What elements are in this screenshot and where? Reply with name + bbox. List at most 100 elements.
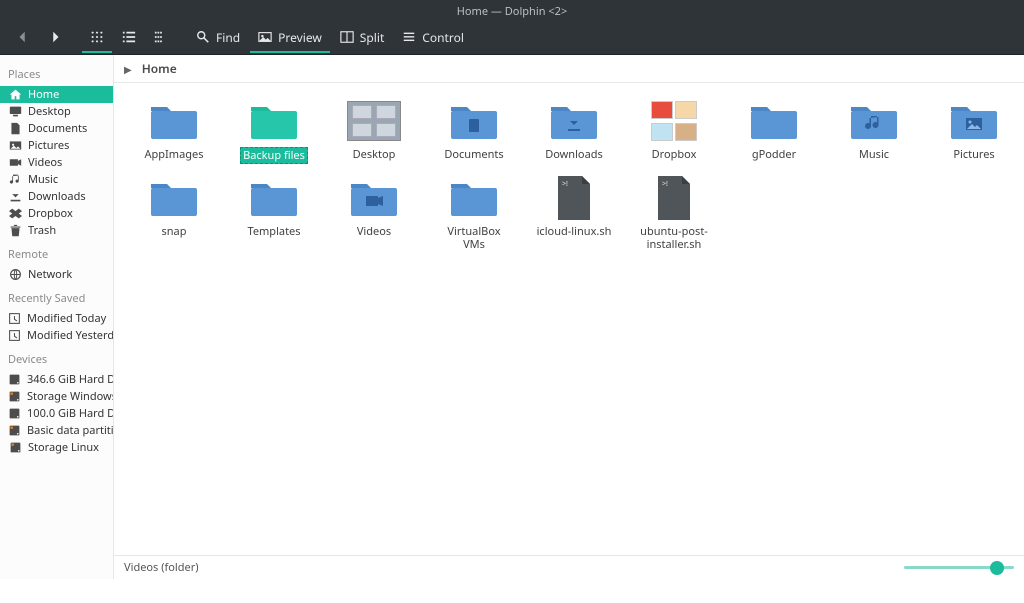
drive-ext-icon xyxy=(8,390,21,404)
file-item-templates[interactable]: Templates xyxy=(234,178,314,252)
status-bar: Videos (folder) xyxy=(114,555,1024,579)
file-item-pictures[interactable]: Pictures xyxy=(934,101,1014,164)
file-item-desktop[interactable]: Desktop xyxy=(334,101,414,164)
file-label: Videos xyxy=(355,224,393,239)
sidebar-item-pictures[interactable]: Pictures xyxy=(0,137,113,154)
file-label: snap xyxy=(159,224,188,239)
sidebar-item-label: Network xyxy=(28,267,72,282)
details-view-button[interactable] xyxy=(146,23,176,53)
dropbox-icon xyxy=(8,207,22,221)
breadcrumb-arrow-icon: ▶ xyxy=(124,62,132,76)
sidebar-item-trash[interactable]: Trash xyxy=(0,222,113,239)
file-thumbnail: >! xyxy=(546,178,602,218)
clock-icon xyxy=(8,329,21,343)
file-thumbnail xyxy=(846,101,902,141)
file-label: AppImages xyxy=(143,147,206,162)
file-label: VirtualBox VMs xyxy=(434,224,514,252)
file-item-videos[interactable]: Videos xyxy=(334,178,414,252)
file-thumbnail xyxy=(146,101,202,141)
file-item-dropbox[interactable]: Dropbox xyxy=(634,101,714,164)
downloads-icon xyxy=(8,190,22,204)
sidebar-item-label: 100.0 GiB Hard Drive xyxy=(27,406,114,421)
sidebar-item-videos[interactable]: Videos xyxy=(0,154,113,171)
file-item-backup-files[interactable]: Backup files xyxy=(234,101,314,164)
forward-button[interactable] xyxy=(40,23,70,53)
clock-icon xyxy=(8,312,21,326)
sidebar-item-label: Storage Linux xyxy=(28,440,99,455)
file-label: Documents xyxy=(442,147,505,162)
svg-text:>!: >! xyxy=(662,180,668,189)
main-toolbar: Find Preview Split Control xyxy=(0,22,1024,55)
file-thumbnail xyxy=(746,101,802,141)
file-label: Pictures xyxy=(951,147,996,162)
sidebar-item-100-0-gib-hard-drive[interactable]: 100.0 GiB Hard Drive xyxy=(0,405,113,422)
find-button[interactable]: Find xyxy=(188,23,248,53)
sidebar-item-label: Dropbox xyxy=(28,206,73,221)
drive-icon xyxy=(8,373,21,387)
file-item-downloads[interactable]: Downloads xyxy=(534,101,614,164)
file-label: Desktop xyxy=(351,147,398,162)
sidebar-item-home[interactable]: Home xyxy=(0,86,113,103)
sidebar-item-documents[interactable]: Documents xyxy=(0,120,113,137)
zoom-slider[interactable] xyxy=(904,560,1014,576)
breadcrumb-current: Home xyxy=(142,60,177,77)
icons-view-button[interactable] xyxy=(82,23,112,53)
music-icon xyxy=(8,173,22,187)
file-label: ubuntu-post-installer.sh xyxy=(634,224,714,252)
sidebar-item-music[interactable]: Music xyxy=(0,171,113,188)
file-item-ubuntu-post-installer-sh[interactable]: >! ubuntu-post-installer.sh xyxy=(634,178,714,252)
sidebar-section-header: Recently Saved xyxy=(0,283,113,310)
file-thumbnail xyxy=(546,101,602,141)
sidebar-item-label: Modified Today xyxy=(27,311,106,326)
file-label: Dropbox xyxy=(650,147,699,162)
sidebar-item-label: Desktop xyxy=(28,104,71,119)
sidebar-item-label: 346.6 GiB Hard Drive xyxy=(27,372,114,387)
network-icon xyxy=(8,268,22,282)
places-sidebar: PlacesHomeDesktopDocumentsPicturesVideos… xyxy=(0,55,114,579)
sidebar-item-label: Music xyxy=(28,172,58,187)
file-item-icloud-linux-sh[interactable]: >! icloud-linux.sh xyxy=(534,178,614,252)
sidebar-item-basic-data-partition[interactable]: Basic data partition xyxy=(0,422,113,439)
pictures-icon xyxy=(8,139,22,153)
file-item-documents[interactable]: Documents xyxy=(434,101,514,164)
sidebar-item-label: Documents xyxy=(28,121,87,136)
videos-icon xyxy=(8,156,22,170)
preview-button[interactable]: Preview xyxy=(250,23,330,53)
status-text: Videos (folder) xyxy=(124,560,199,575)
file-item-appimages[interactable]: AppImages xyxy=(134,101,214,164)
sidebar-item-modified-yesterday[interactable]: Modified Yesterday xyxy=(0,327,113,344)
sidebar-item-downloads[interactable]: Downloads xyxy=(0,188,113,205)
drive-ext-icon xyxy=(8,441,22,455)
file-thumbnail xyxy=(646,101,702,141)
split-button[interactable]: Split xyxy=(332,23,393,53)
sidebar-item-storage-linux[interactable]: Storage Linux xyxy=(0,439,113,456)
file-thumbnail xyxy=(246,101,302,141)
home-icon xyxy=(8,88,22,102)
sidebar-item-label: Modified Yesterday xyxy=(27,328,114,343)
sidebar-item-label: Videos xyxy=(28,155,62,170)
sidebar-item-346-6-gib-hard-drive[interactable]: 346.6 GiB Hard Drive xyxy=(0,371,113,388)
compact-view-button[interactable] xyxy=(114,23,144,53)
file-item-snap[interactable]: snap xyxy=(134,178,214,252)
file-label: Templates xyxy=(245,224,302,239)
file-item-gpodder[interactable]: gPodder xyxy=(734,101,814,164)
file-grid: AppImages Backup files Desktop Documents Dow… xyxy=(114,83,1024,555)
sidebar-section-header: Remote xyxy=(0,239,113,266)
sidebar-item-label: Downloads xyxy=(28,189,86,204)
file-thumbnail xyxy=(346,101,402,141)
sidebar-section-header: Devices xyxy=(0,344,113,371)
back-button[interactable] xyxy=(8,23,38,53)
file-item-music[interactable]: Music xyxy=(834,101,914,164)
sidebar-item-network[interactable]: Network xyxy=(0,266,113,283)
sidebar-item-desktop[interactable]: Desktop xyxy=(0,103,113,120)
drive-icon xyxy=(8,407,21,421)
svg-text:>!: >! xyxy=(562,180,568,189)
file-item-virtualbox-vms[interactable]: VirtualBox VMs xyxy=(434,178,514,252)
sidebar-item-modified-today[interactable]: Modified Today xyxy=(0,310,113,327)
file-label: icloud-linux.sh xyxy=(535,224,614,239)
sidebar-item-dropbox[interactable]: Dropbox xyxy=(0,205,113,222)
control-button[interactable]: Control xyxy=(394,23,472,53)
file-thumbnail xyxy=(246,178,302,218)
sidebar-item-storage-windows[interactable]: Storage Windows xyxy=(0,388,113,405)
breadcrumb[interactable]: ▶ Home xyxy=(114,55,1024,83)
